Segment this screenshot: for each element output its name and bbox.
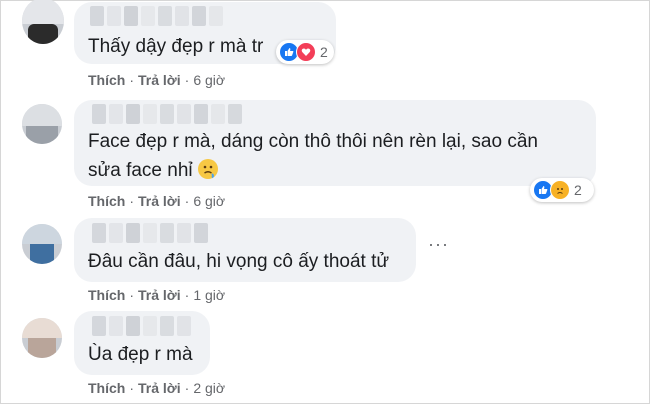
reaction-summary[interactable]: 2 xyxy=(276,40,334,64)
separator: · xyxy=(184,193,190,209)
separator: · xyxy=(184,380,190,396)
blurred-author-name[interactable] xyxy=(92,316,194,336)
reply-link[interactable]: Trả lời xyxy=(138,380,181,396)
comment-text: Đâu cần đâu, hi vọng cô ấy thoát tử xyxy=(88,251,390,272)
more-options-icon[interactable]: ··· xyxy=(428,234,449,255)
reaction-count: 2 xyxy=(574,182,582,198)
thinking-sad-face-icon xyxy=(197,159,218,179)
blurred-author-name[interactable] xyxy=(90,6,226,26)
separator: · xyxy=(129,72,135,88)
comment-text-line-2: sửa face nhỉ xyxy=(88,156,218,186)
reaction-summary[interactable]: 2 xyxy=(530,178,594,202)
separator: · xyxy=(129,287,135,303)
separator: · xyxy=(129,193,135,209)
avatar[interactable] xyxy=(22,224,62,264)
like-link[interactable]: Thích xyxy=(88,193,125,209)
separator: · xyxy=(184,287,190,303)
timestamp[interactable]: 6 giờ xyxy=(193,193,225,209)
comment-text-line-1: Face đẹp r mà, dáng còn thô thôi nên rèn… xyxy=(88,131,538,152)
reply-link[interactable]: Trả lời xyxy=(138,72,181,88)
comment-actions: Thích · Trả lời · 1 giờ xyxy=(88,287,225,303)
like-link[interactable]: Thích xyxy=(88,380,125,396)
reply-link[interactable]: Trả lời xyxy=(138,193,181,209)
avatar[interactable] xyxy=(22,318,62,358)
like-link[interactable]: Thích xyxy=(88,72,125,88)
separator: · xyxy=(184,72,190,88)
comment-text-line-2-content: sửa face nhỉ xyxy=(88,160,193,181)
blurred-author-name[interactable] xyxy=(92,104,245,124)
sad-icon xyxy=(550,180,570,200)
reply-link[interactable]: Trả lời xyxy=(138,287,181,303)
comment-text: Thấy dậy đẹp r mà tr xyxy=(88,36,264,57)
avatar[interactable] xyxy=(22,0,64,44)
love-icon xyxy=(296,42,316,62)
comment-actions: Thích · Trả lời · 6 giờ xyxy=(88,193,225,209)
comment-text: Ùa đẹp r mà xyxy=(88,344,193,365)
like-link[interactable]: Thích xyxy=(88,287,125,303)
avatar[interactable] xyxy=(22,104,62,144)
timestamp[interactable]: 1 giờ xyxy=(193,287,225,303)
comment-actions: Thích · Trả lời · 2 giờ xyxy=(88,380,225,396)
blurred-author-name[interactable] xyxy=(92,223,211,243)
timestamp[interactable]: 2 giờ xyxy=(193,380,225,396)
separator: · xyxy=(129,380,135,396)
reaction-count: 2 xyxy=(320,44,328,60)
timestamp[interactable]: 6 giờ xyxy=(193,72,225,88)
comment-actions: Thích · Trả lời · 6 giờ xyxy=(88,72,225,88)
